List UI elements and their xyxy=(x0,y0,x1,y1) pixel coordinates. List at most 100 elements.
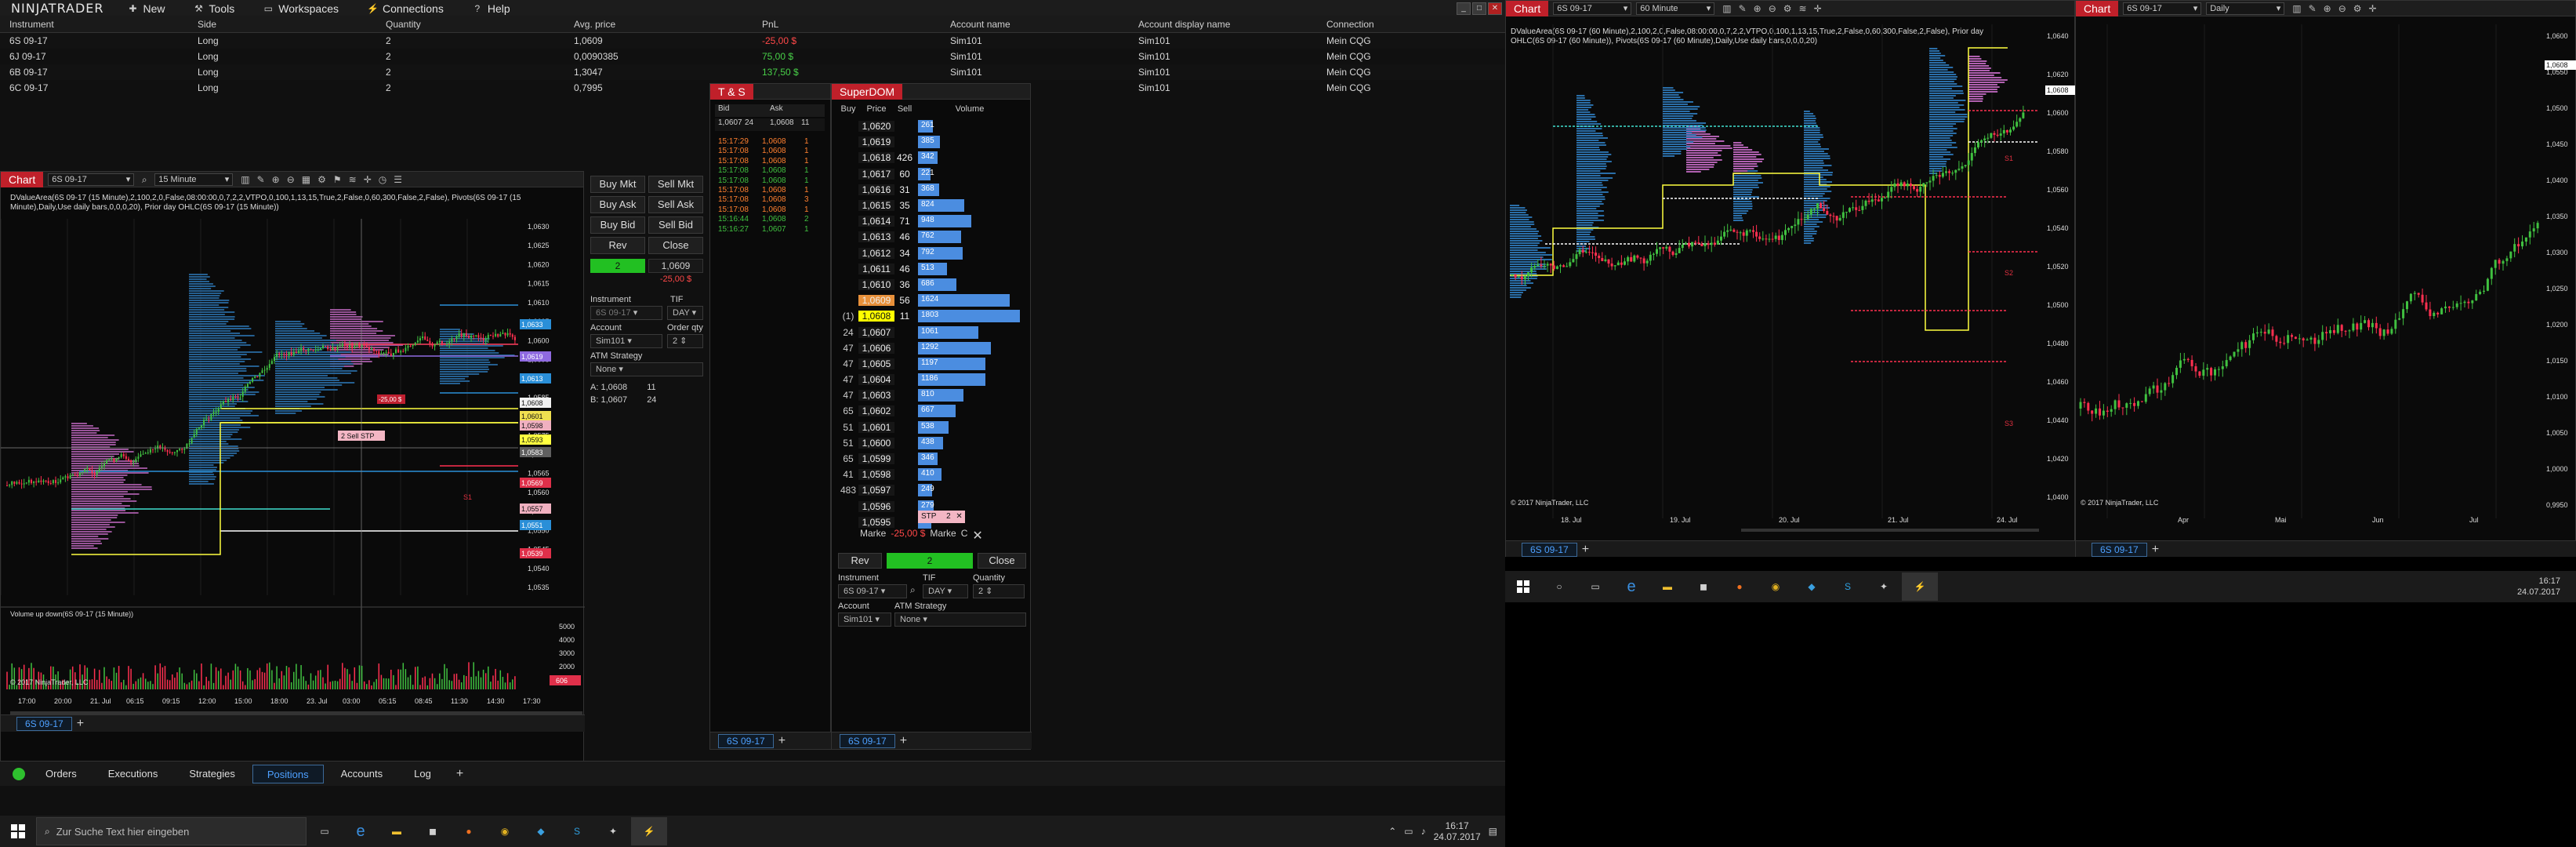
instrument-select[interactable]: 6S 09-17 ▾ xyxy=(590,306,662,320)
tray-up-icon[interactable]: ⌃ xyxy=(1388,826,1396,837)
add-tab-icon[interactable]: + xyxy=(2152,543,2159,557)
dom-tab[interactable]: 6S 09-17 xyxy=(840,733,895,748)
dom-row[interactable]: 1,0610 36 686 xyxy=(838,277,1026,293)
strategies-icon[interactable]: ⚑ xyxy=(333,174,342,185)
dom-row[interactable]: 47 1,0605 1197 xyxy=(838,356,1026,372)
rev-button[interactable]: Rev xyxy=(590,237,645,254)
firefox-icon[interactable]: ● xyxy=(1722,573,1758,601)
store-icon[interactable]: ◼ xyxy=(415,817,451,845)
dom-row[interactable]: 1,0616 31 368 xyxy=(838,182,1026,198)
task-view-icon[interactable]: ▭ xyxy=(307,817,343,845)
bottom-tab-positions[interactable]: Positions xyxy=(252,764,324,783)
position-row[interactable]: 6S 09-17 Long 2 1,0609 -25,00 $ Sim101 Sim101 M… xyxy=(0,33,1505,49)
dom-row[interactable]: 1,0619 385 xyxy=(838,134,1026,150)
app2-icon[interactable]: ✦ xyxy=(1866,573,1902,601)
dom-close-button[interactable]: Close xyxy=(978,553,1026,569)
menu-tools[interactable]: ⚒ Tools xyxy=(180,2,249,15)
stp-order-tag[interactable]: STP 2 ✕ xyxy=(918,511,965,523)
buy-mkt-button[interactable]: Buy Mkt xyxy=(590,176,645,193)
tif-select[interactable]: DAY ▾ xyxy=(667,306,703,320)
bar-style-icon[interactable]: ▥ xyxy=(2292,3,2301,14)
dom-row[interactable]: 1,0617 60 221 xyxy=(838,166,1026,182)
add-tab-icon[interactable]: + xyxy=(1582,543,1589,557)
ninjatrader-taskbar-icon[interactable]: ⚡ xyxy=(1902,573,1938,601)
dom-instrument-select[interactable]: 6S 09-17 ▾ xyxy=(838,584,907,598)
explorer-icon[interactable]: ▬ xyxy=(379,817,415,845)
menu-workspaces[interactable]: ▭ Workspaces xyxy=(249,2,353,15)
pencil-icon[interactable]: ✎ xyxy=(2309,3,2317,14)
col-avg-price[interactable]: Avg. price xyxy=(564,19,753,30)
bottom-tab-orders[interactable]: Orders xyxy=(31,765,91,783)
buy-ask-button[interactable]: Buy Ask xyxy=(590,196,645,213)
zoom-in-icon[interactable]: ⊕ xyxy=(272,174,280,185)
network-icon[interactable]: ▭ xyxy=(1404,826,1413,837)
ninjatrader-taskbar-icon[interactable]: ⚡ xyxy=(631,817,667,845)
dom-row[interactable]: 24 1,0607 1061 xyxy=(838,324,1026,340)
chrome-icon[interactable]: ◉ xyxy=(1758,573,1794,601)
bottom-tab-accounts[interactable]: Accounts xyxy=(327,765,397,783)
dom-row[interactable]: 47 1,0606 1292 xyxy=(838,340,1026,356)
chart1-interval-select[interactable]: 15 Minute ▾ xyxy=(154,173,234,186)
explorer-icon[interactable]: ▬ xyxy=(1649,573,1685,601)
close-button[interactable]: ✕ xyxy=(1488,2,1502,15)
account-select[interactable]: Sim101 ▾ xyxy=(590,334,662,348)
dom-row[interactable]: 47 1,0604 1186 xyxy=(838,372,1026,387)
col-account-display[interactable]: Account display name xyxy=(1129,19,1317,30)
dom-row[interactable]: 1,0615 35 824 xyxy=(838,198,1026,213)
dom-tif-select[interactable]: DAY ▾ xyxy=(923,584,968,598)
zoom-out-icon[interactable]: ⊖ xyxy=(2338,3,2346,14)
order-qty-stepper[interactable]: 2 ⇕ xyxy=(667,334,703,348)
pencil-icon[interactable]: ✎ xyxy=(1739,3,1747,14)
skype-icon[interactable]: S xyxy=(559,817,595,845)
bottom-tab-strategies[interactable]: Strategies xyxy=(175,765,249,783)
notification-icon[interactable]: ▤ xyxy=(1489,826,1497,837)
chart1-instrument-select[interactable]: 6S 09-17 ▾ xyxy=(48,173,135,186)
pencil-icon[interactable]: ✎ xyxy=(257,174,265,185)
indicators-icon[interactable]: ≋ xyxy=(1799,3,1807,14)
task-view-icon[interactable]: ▭ xyxy=(1577,573,1613,601)
chart2-interval-select[interactable]: 60 Minute ▾ xyxy=(1636,2,1715,15)
dom-row[interactable]: 1,0614 71 948 xyxy=(838,213,1026,229)
search-icon[interactable]: ⌕ xyxy=(910,584,916,596)
col-side[interactable]: Side xyxy=(188,19,376,30)
dom-row[interactable]: 483 1,0597 249 xyxy=(838,482,1026,498)
chart2-canvas[interactable]: 1,0640 1,0620 1,0600 1,0580 1,0560 1,0540 1,05… xyxy=(1506,16,2076,540)
chart2-tab[interactable]: 6S 09-17 xyxy=(1522,542,1577,557)
dom-account-select[interactable]: Sim101 ▾ xyxy=(838,613,891,627)
skype-icon[interactable]: S xyxy=(1830,573,1866,601)
taskbar-search-input[interactable]: ⌕ Zur Suche Text hier eingeben xyxy=(36,817,307,845)
close-position-button[interactable]: Close xyxy=(648,237,703,254)
cortana-icon[interactable]: ○ xyxy=(1541,573,1577,601)
zoom-out-icon[interactable]: ⊖ xyxy=(287,174,295,185)
chrome-icon[interactable]: ◉ xyxy=(487,817,523,845)
dom-row[interactable]: 47 1,0603 810 xyxy=(838,387,1026,403)
dom-row[interactable]: 1,0609 56 1624 xyxy=(838,293,1026,308)
col-instrument[interactable]: Instrument xyxy=(0,19,188,30)
bottom-tab-executions[interactable]: Executions xyxy=(94,765,172,783)
add-tab-icon[interactable]: + xyxy=(456,767,463,781)
chart2-instrument-select[interactable]: 6S 09-17 ▾ xyxy=(1553,2,1632,15)
zoom-in-icon[interactable]: ⊕ xyxy=(2324,3,2331,14)
dom-row[interactable]: 51 1,0600 438 xyxy=(838,435,1026,451)
chart3-canvas[interactable]: 1,06001,05501,05001,04501,04001,03501,03… xyxy=(2076,16,2576,540)
dom-row[interactable]: 1,0612 34 792 xyxy=(838,245,1026,261)
add-tab-icon[interactable]: + xyxy=(778,734,785,748)
store-icon[interactable]: ◼ xyxy=(1685,573,1722,601)
properties-icon[interactable]: ⚙ xyxy=(317,174,326,185)
firefox-icon[interactable]: ● xyxy=(451,817,487,845)
dom-row[interactable]: 41 1,0598 410 xyxy=(838,467,1026,482)
add-tab-icon[interactable]: + xyxy=(77,717,84,731)
position-row[interactable]: 6J 09-17 Long 2 0,0090385 75,00 $ Sim101 Sim10… xyxy=(0,49,1505,64)
crosshair-icon[interactable]: ✛ xyxy=(364,174,372,185)
edge-icon[interactable]: e xyxy=(343,817,379,845)
dom-row[interactable]: 1,0611 46 513 xyxy=(838,261,1026,277)
dom-row[interactable]: 65 1,0602 667 xyxy=(838,403,1026,419)
col-pnl[interactable]: PnL xyxy=(753,19,941,30)
app-icon[interactable]: ◆ xyxy=(1794,573,1830,601)
dom-row[interactable]: 65 1,0599 346 xyxy=(838,451,1026,467)
clock-icon[interactable]: ◷ xyxy=(379,174,386,185)
menu-help[interactable]: ? Help xyxy=(458,2,524,15)
dom-atm-select[interactable]: None ▾ xyxy=(894,613,1026,627)
bar-style-icon[interactable]: ▥ xyxy=(241,174,249,185)
chart1-tab[interactable]: 6S 09-17 xyxy=(16,716,72,731)
